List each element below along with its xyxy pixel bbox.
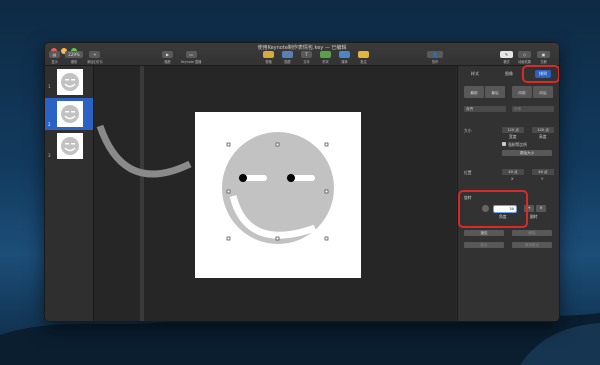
align-select[interactable]: 对齐 [464,106,506,112]
animate-icon: ◇ [518,51,531,58]
title-bar: 使用Keynote制作表情包.key — 已编辑 ▤ 显示 229% 缩放 + … [45,43,559,66]
unlock-button[interactable]: 解锁 [512,230,552,236]
add-slide-button[interactable]: + 添加幻灯片 [87,51,103,64]
slide-number: 1 [48,84,51,89]
slide-thumbnail-1[interactable] [57,69,83,95]
x-field[interactable]: 40 点 [502,169,524,175]
smiley-thumbnail [61,105,79,123]
table-icon [263,51,274,58]
bring-to-front-button[interactable]: 最前 [464,86,484,98]
position-label: 位置 [464,170,472,175]
width-field[interactable]: 120 点 [502,127,524,133]
tab-image[interactable]: 图像 [501,70,517,78]
send-backward-button[interactable]: 向后 [533,86,553,98]
slide-thumbnail-3[interactable] [57,133,83,159]
slide-page[interactable] [195,112,361,278]
format-button[interactable]: ✎ 格式 [500,51,513,64]
play-button[interactable]: ▶ 播放 [162,51,173,64]
original-size-button[interactable]: 原始大小 [502,150,552,156]
bring-forward-button[interactable]: 向前 [512,86,532,98]
text-icon: T [301,51,312,58]
distribute-select[interactable]: 分布 [512,106,554,112]
send-to-back-button[interactable]: 最后 [485,86,505,98]
left-pupil [239,174,247,182]
comment-icon [358,51,369,58]
chart-button[interactable]: 图表 [282,51,293,64]
sidebar-icon: ▤ [49,51,60,58]
constrain-checkbox[interactable] [502,142,506,146]
text-button[interactable]: T 文本 [301,51,312,64]
table-button[interactable]: 表格 [263,51,274,64]
animate-button[interactable]: ◇ 动画效果 [518,51,531,64]
plus-icon: + [89,51,101,58]
smiley-thumbnail [61,73,79,91]
document-icon: ▣ [537,51,550,58]
window-title: 使用Keynote制作表情包.key — 已编辑 [257,45,347,51]
height-field[interactable]: 120 点 [532,127,554,133]
smiley-thumbnail [61,137,79,155]
media-icon [339,51,350,58]
y-field[interactable]: 40 点 [532,169,554,175]
lock-button[interactable]: 锁定 [464,230,504,236]
face-circle [222,132,334,244]
ungroup-button[interactable]: 取消组合 [512,242,552,248]
play-icon: ▶ [162,51,173,58]
zoom-value: 229% [65,51,83,58]
group-button[interactable]: 组合 [464,242,504,248]
tab-style[interactable]: 样式 [467,70,483,78]
right-pupil [287,174,295,182]
rotate-highlight [458,190,528,228]
collaborate-icon: 👤 [427,51,443,58]
smiley-face [222,132,334,244]
paintbrush-icon: ✎ [500,51,513,58]
view-button[interactable]: ▤ 显示 [49,51,60,64]
shape-button[interactable]: 形状 [320,51,331,64]
keynote-window: 使用Keynote制作表情包.key — 已编辑 ▤ 显示 229% 缩放 + … [44,42,560,322]
media-button[interactable]: 媒体 [339,51,350,64]
document-button[interactable]: ▣ 文稿 [537,51,550,64]
keynote-live-button[interactable]: ▭ Keynote 直播 [181,51,201,64]
slide-canvas-area[interactable] [94,66,456,321]
arrange-inspector: 样式 图像 排列 最前 最后 向前 向后 对齐 分布 大小 120 点 120 … [457,65,559,321]
slide-thumbnail-2[interactable] [57,101,83,127]
constrain-label: 强制等比例 [508,142,527,147]
slide-number: 3 [48,153,51,158]
shape-icon [320,51,331,58]
arrange-tab-highlight [522,65,559,83]
slide-navigator: 1 2 3 [45,66,94,321]
size-label: 大小 [464,128,472,133]
flip-vertical-button[interactable]: ⬆ [536,205,546,212]
chart-icon [282,51,293,58]
display-icon: ▭ [185,51,197,58]
slide-number: 2 [48,122,51,127]
zoom-select[interactable]: 229% 缩放 [65,51,83,64]
comment-button[interactable]: 批注 [358,51,369,64]
share-button[interactable]: 👤 协作 [427,51,443,64]
